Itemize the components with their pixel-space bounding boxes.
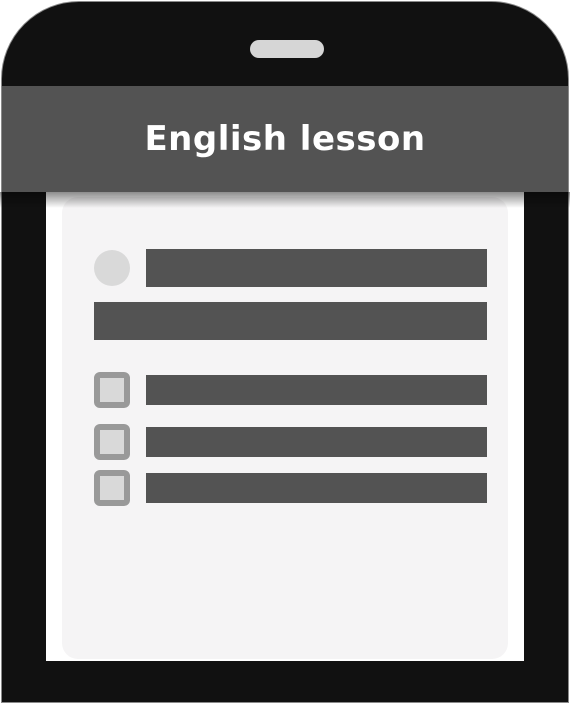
checkbox-2[interactable] [94, 424, 130, 460]
checkbox-3[interactable] [94, 470, 130, 506]
app-header: English lesson [2, 86, 568, 192]
header-shadow [0, 192, 570, 208]
checklist-item-3-label [146, 473, 487, 503]
checklist-item-2-label [146, 427, 487, 457]
page-title: English lesson [144, 119, 426, 159]
checklist-item-1-label [146, 375, 487, 405]
avatar [94, 250, 130, 286]
title-placeholder-bar [146, 249, 487, 287]
text-placeholder-bar [94, 302, 487, 340]
checkbox-1[interactable] [94, 372, 130, 408]
speaker-grille [250, 40, 324, 58]
